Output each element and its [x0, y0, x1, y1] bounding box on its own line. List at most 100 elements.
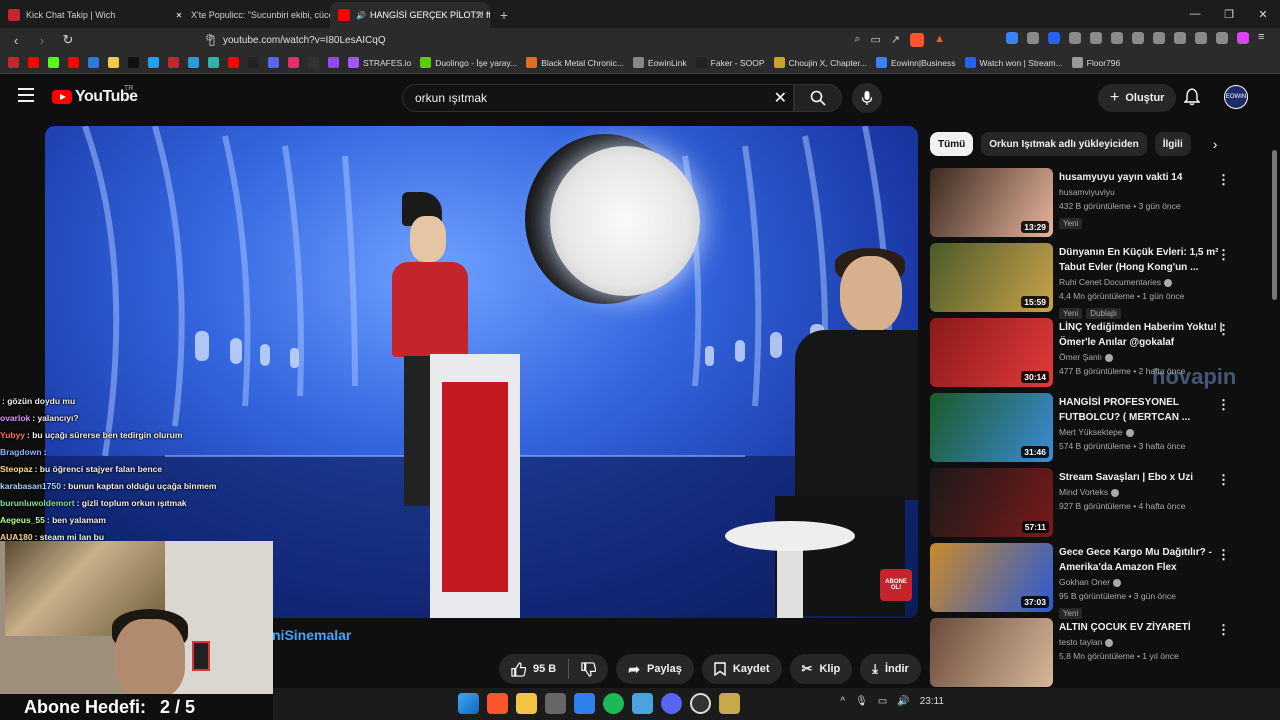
create-button[interactable]: + Oluştur	[1098, 84, 1177, 112]
more-vert-icon[interactable]: ⋮	[1217, 247, 1230, 263]
bookmark-item[interactable]	[308, 57, 319, 68]
recommended-video[interactable]: 31:46 HANGİSİ PROFESYONEL FUTBOLCU? ( MER…	[930, 393, 1260, 468]
video-thumbnail[interactable]: 15:59	[930, 243, 1053, 312]
extension-icon[interactable]	[1132, 32, 1144, 44]
bookmark-item[interactable]: Watch won | Stream...	[964, 57, 1063, 68]
obs-icon[interactable]	[690, 693, 711, 714]
voice-search-button[interactable]	[852, 83, 882, 113]
channel-name[interactable]: husamviyuviyu	[1059, 187, 1115, 197]
channel-name[interactable]: Mind Vorteks	[1059, 487, 1108, 497]
brave-icon[interactable]	[487, 693, 508, 714]
like-button[interactable]: 95 B	[499, 654, 568, 684]
channel-name[interactable]: niSinemalar	[272, 627, 351, 643]
bookmark-item[interactable]	[108, 57, 119, 68]
brave-shields-icon[interactable]	[910, 33, 925, 47]
download-button[interactable]: ⤓ İndir	[860, 654, 921, 684]
video-title[interactable]: HANGİSİ PROFESYONEL FUTBOLCU? ( MERTCAN …	[1059, 395, 1229, 425]
reload-icon[interactable]: ↻	[58, 32, 78, 48]
bookmark-item[interactable]: Choujin X, Chapter...	[773, 57, 867, 68]
channel-name[interactable]: Mert Yüksektepe	[1059, 427, 1123, 437]
bookmark-item[interactable]: Black Metal Chronic...	[526, 57, 624, 68]
extension-icon[interactable]	[1069, 32, 1081, 44]
bookmark-item[interactable]	[188, 57, 199, 68]
bookmark-item[interactable]	[88, 57, 99, 68]
search-button[interactable]	[794, 84, 842, 112]
chevron-up-icon[interactable]: ^	[840, 696, 845, 707]
bookmark-item[interactable]: STRAFES.io	[348, 57, 411, 68]
bookmark-item[interactable]	[268, 57, 279, 68]
back-icon[interactable]: ‹	[6, 33, 26, 48]
cast-icon[interactable]: ▭	[870, 33, 880, 47]
extension-icon[interactable]	[1153, 32, 1165, 44]
extension-icon[interactable]	[1195, 32, 1207, 44]
recommended-video[interactable]: 15:59 Dünyanın En Küçük Evleri: 1,5 m² Ta…	[930, 243, 1260, 319]
video-thumbnail[interactable]: 30:14	[930, 318, 1053, 387]
browser-tab-active[interactable]: 🔊 HANGİSİ GERÇEK PİLOT?! ft. Ö ✕	[330, 2, 490, 28]
bookmark-item[interactable]: Eowinn|Business	[875, 57, 956, 68]
bookmark-item[interactable]	[168, 57, 179, 68]
speaker-icon[interactable]: 🔊	[356, 11, 366, 20]
close-window-icon[interactable]: ✕	[1246, 0, 1280, 28]
bookmark-item[interactable]	[128, 57, 139, 68]
notifications-button[interactable]	[1183, 88, 1201, 111]
new-tab-button[interactable]: +	[490, 2, 518, 28]
share-icon[interactable]: ↗	[891, 33, 900, 47]
network-icon[interactable]: ▭	[878, 696, 887, 707]
more-vert-icon[interactable]: ⋮	[1217, 622, 1230, 638]
video-thumbnail[interactable]	[930, 618, 1053, 687]
bookmark-item[interactable]	[68, 57, 79, 68]
recommended-video[interactable]: 13:29 husamyuyu yayın vakti 14 husamviyuvi…	[930, 168, 1260, 243]
channel-name[interactable]: Ruhi Cenet Documentaries	[1059, 277, 1161, 287]
windows-start-icon[interactable]	[458, 693, 479, 714]
maximize-icon[interactable]: ❐	[1212, 0, 1246, 28]
bookmark-item[interactable]	[148, 57, 159, 68]
video-title[interactable]: Stream Savaşları | Ebo x Uzi	[1059, 470, 1229, 485]
video-thumbnail[interactable]: 13:29	[930, 168, 1053, 237]
browser-tab[interactable]: ✕ X'te Populicc: "Sucunbiri ekibi, cücel…	[165, 2, 330, 28]
clip-button[interactable]: ✂ Klip	[789, 654, 853, 684]
avatar[interactable]: EOWIN	[1224, 85, 1248, 109]
tools-icon[interactable]	[545, 693, 566, 714]
photos-icon[interactable]	[574, 693, 595, 714]
browser-tab[interactable]: Kick Chat Takip | Wich	[0, 2, 165, 28]
more-vert-icon[interactable]: ⋮	[1217, 472, 1230, 488]
more-vert-icon[interactable]: ⋮	[1217, 322, 1230, 338]
mic-tray-icon[interactable]: 🎙	[855, 696, 868, 707]
share-button[interactable]: ➦ Paylaş	[616, 654, 694, 684]
video-title[interactable]: Dünyanın En Küçük Evleri: 1,5 m² Tabut E…	[1059, 245, 1229, 275]
more-vert-icon[interactable]: ⋮	[1217, 397, 1230, 413]
extension-icon[interactable]	[1006, 32, 1018, 44]
bookmark-item[interactable]: Floor796	[1071, 57, 1120, 68]
channel-name[interactable]: testo taylan	[1059, 637, 1102, 647]
bookmark-item[interactable]: EowinLink	[632, 57, 687, 68]
video-thumbnail[interactable]: 37:03	[930, 543, 1053, 612]
channel-name[interactable]: Gokhan Oner	[1059, 577, 1110, 587]
video-title[interactable]: husamyuyu yayın vakti 14	[1059, 170, 1229, 185]
search-input[interactable]: orkun ışıtmak ✕	[402, 84, 794, 112]
bookmark-item[interactable]: Duolingo - İşe yaray...	[420, 57, 517, 68]
league-icon[interactable]	[719, 693, 740, 714]
bookmark-item[interactable]	[8, 57, 19, 68]
clock[interactable]: 23:11	[920, 696, 944, 707]
filter-chip[interactable]: İlgili	[1154, 132, 1191, 156]
bookmark-item[interactable]	[288, 57, 299, 68]
extension-icon[interactable]	[1111, 32, 1123, 44]
extension-icon[interactable]	[1216, 32, 1228, 44]
filter-chip[interactable]: Tümü	[930, 132, 974, 156]
zoom-icon[interactable]: ⌕	[854, 33, 860, 47]
extension-icon[interactable]	[1174, 32, 1186, 44]
video-title[interactable]: LİNÇ Yediğimden Haberim Yoktu! | Ömer'le…	[1059, 320, 1229, 350]
channel-name[interactable]: Ömer Şanlı	[1059, 352, 1102, 362]
recommended-video[interactable]: 57:11 Stream Savaşları | Ebo x Uzi Mind Vo…	[930, 468, 1260, 543]
menu-icon[interactable]: ≡	[1258, 32, 1270, 44]
menu-icon[interactable]	[18, 88, 34, 102]
site-info-icon[interactable]: ⚙	[205, 33, 214, 44]
forward-icon[interactable]: ›	[32, 33, 52, 48]
bookmark-item[interactable]	[28, 57, 39, 68]
extension-icon[interactable]	[1048, 32, 1060, 44]
brave-rewards-icon[interactable]: ▲	[934, 33, 945, 47]
discord-icon[interactable]	[661, 693, 682, 714]
minimize-icon[interactable]: —	[1178, 0, 1212, 28]
scrollbar[interactable]	[1272, 150, 1277, 300]
bookmark-item[interactable]	[248, 57, 259, 68]
